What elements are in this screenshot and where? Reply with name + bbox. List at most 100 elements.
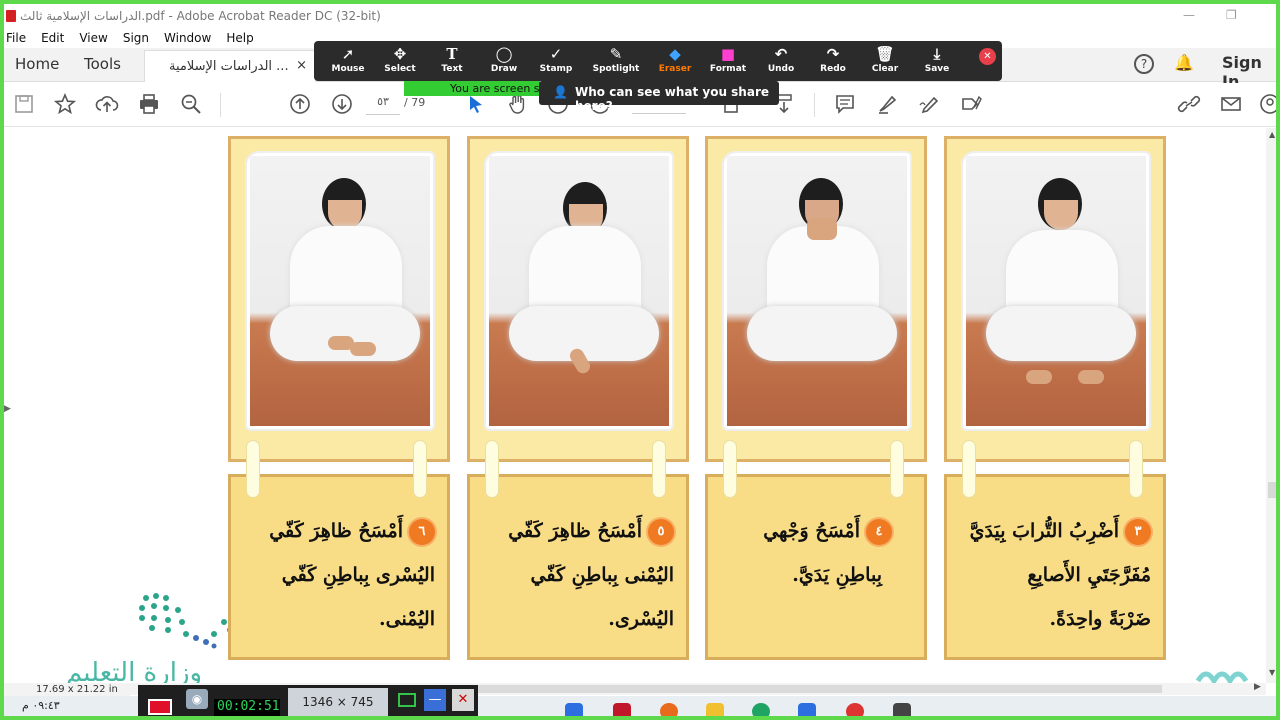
- restore-button[interactable]: ❐: [1226, 8, 1237, 22]
- title-bar: الدراسات الإسلامية ثالث.pdf - Adobe Acro…: [0, 4, 1280, 28]
- recording-timer: 00:02:51: [214, 699, 280, 717]
- page-size-status: 17.69 x 21.22 in: [4, 683, 130, 696]
- next-page-icon[interactable]: [330, 92, 354, 116]
- close-tab-icon[interactable]: ×: [296, 58, 307, 73]
- previous-page-icon[interactable]: [288, 92, 312, 116]
- card-ring: [413, 440, 427, 498]
- taskbar-app-icon[interactable]: [798, 703, 816, 720]
- fill-sign-icon[interactable]: [959, 92, 983, 116]
- annot-stamp-button[interactable]: ✓ Stamp: [528, 45, 584, 74]
- annot-text-button[interactable]: T Text: [424, 45, 480, 74]
- taskbar-app-icon[interactable]: [893, 703, 911, 720]
- annot-spotlight-button[interactable]: ✎ Spotlight: [588, 45, 644, 74]
- scroll-right-icon[interactable]: ▶: [1254, 682, 1261, 692]
- step-4-photo: [727, 156, 907, 426]
- card-ring: [890, 440, 904, 498]
- tab-tools[interactable]: Tools: [84, 55, 121, 73]
- email-icon[interactable]: [1219, 92, 1243, 116]
- annot-mouse-button[interactable]: ➚ Mouse: [320, 45, 376, 74]
- card-ring: [246, 440, 260, 498]
- print-icon[interactable]: [137, 92, 161, 116]
- vertical-scrollbar[interactable]: ▲ ▼: [1266, 128, 1280, 683]
- menu-window[interactable]: Window: [164, 31, 211, 45]
- taskbar-app-icon[interactable]: [565, 703, 583, 720]
- upload-cloud-icon[interactable]: [95, 92, 119, 116]
- bell-icon[interactable]: 🔔: [1174, 53, 1194, 72]
- menu-file[interactable]: File: [6, 31, 26, 45]
- eraser-icon: ◆: [669, 45, 681, 63]
- taskbar-app-icon[interactable]: [706, 703, 724, 720]
- taskbar-app-icon[interactable]: [613, 703, 631, 720]
- annot-redo-button[interactable]: ↷ Redo: [805, 45, 861, 74]
- close-annotation-icon[interactable]: ✕: [979, 48, 996, 65]
- step-number-badge: ٥: [648, 519, 674, 545]
- step-number-badge: ٦: [409, 519, 435, 545]
- tab-document-label: الدراسات الإسلامية ...: [169, 59, 289, 74]
- toolbar-divider: [220, 93, 221, 117]
- step-6-photo-card: [228, 136, 450, 462]
- eraser-label: Eraser: [658, 64, 692, 74]
- ministry-logo-text: وزارة التعليم: [66, 658, 203, 683]
- vertical-scroll-thumb[interactable]: [1268, 482, 1278, 498]
- capture-dimensions: 1346 × 745: [288, 688, 388, 716]
- card-ring: [485, 440, 499, 498]
- help-icon[interactable]: ?: [1134, 54, 1154, 74]
- step-5-text-card: ٥أَمْسَحُ ظاهِرَ كَفّي اليُمْنى بِباطِنِ…: [467, 474, 689, 660]
- stamp-check-icon: ✓: [549, 45, 563, 63]
- zoom-level-field[interactable]: [632, 113, 686, 114]
- decorative-pattern: [1195, 671, 1249, 683]
- step-5-photo: [489, 156, 669, 426]
- redo-icon: ↷: [826, 45, 840, 63]
- page-total: / 79: [404, 96, 426, 109]
- scroll-down-icon[interactable]: ▼: [1269, 668, 1275, 677]
- link-icon[interactable]: [1177, 92, 1201, 116]
- sign-pen-icon[interactable]: [917, 92, 941, 116]
- step-3-photo-card: [944, 136, 1166, 462]
- menu-help[interactable]: Help: [226, 31, 253, 45]
- annot-format-button[interactable]: ■ Format: [700, 45, 756, 74]
- step-number-badge: ٣: [1125, 519, 1151, 545]
- save-download-icon: ⤓: [933, 45, 941, 63]
- camera-icon[interactable]: ◉: [186, 689, 208, 709]
- step-6-photo: [250, 156, 430, 426]
- menu-sign[interactable]: Sign: [123, 31, 149, 45]
- zoom-search-icon[interactable]: [179, 92, 203, 116]
- spotlight-wand-icon: ✎: [609, 45, 623, 63]
- menu-edit[interactable]: Edit: [41, 31, 64, 45]
- step-4-text-card: ٤أَمْسَحُ وَجْهي بِباطِنِ يَدَيَّ.: [705, 474, 927, 660]
- annot-select-button[interactable]: ✥ Select: [372, 45, 428, 74]
- side-panel-expand-icon[interactable]: ▶: [4, 404, 11, 414]
- annot-draw-button[interactable]: ◯ Draw: [476, 45, 532, 74]
- highlight-pen-icon[interactable]: [875, 92, 899, 116]
- step-4-photo-card: [705, 136, 927, 462]
- toolbar-divider: [814, 93, 815, 117]
- annot-clear-button[interactable]: 🗑 Clear: [857, 45, 913, 74]
- save-icon[interactable]: [12, 92, 36, 116]
- annot-save-button[interactable]: ⤓ Save: [909, 45, 965, 74]
- window-title: الدراسات الإسلامية ثالث.pdf - Adobe Acro…: [20, 9, 381, 23]
- record-stop-button[interactable]: [148, 699, 172, 715]
- account-icon[interactable]: [1258, 92, 1280, 116]
- tab-document[interactable]: الدراسات الإسلامية ... ×: [144, 50, 316, 82]
- step-3-photo: [966, 156, 1146, 426]
- who-can-see-tooltip[interactable]: 👤 Who can see what you share here?: [539, 81, 779, 113]
- scroll-up-icon[interactable]: ▲: [1269, 130, 1275, 139]
- tab-home[interactable]: Home: [15, 55, 59, 73]
- annot-eraser-button[interactable]: ◆ Eraser: [647, 45, 703, 74]
- comment-icon[interactable]: [833, 92, 857, 116]
- card-ring: [652, 440, 666, 498]
- recorder-minimize-button[interactable]: —: [424, 689, 446, 711]
- taskbar-app-icon[interactable]: [660, 703, 678, 720]
- recorder-window-button[interactable]: [398, 693, 416, 707]
- taskbar-app-icon[interactable]: [846, 703, 864, 720]
- annot-undo-button[interactable]: ↶ Undo: [753, 45, 809, 74]
- page-number-input[interactable]: ٥٣: [366, 95, 400, 115]
- trash-icon: 🗑: [875, 45, 895, 63]
- minimize-button[interactable]: —: [1183, 8, 1195, 22]
- taskbar-app-icon[interactable]: [752, 703, 770, 720]
- text-tool-icon: T: [446, 45, 458, 63]
- bookmark-star-icon[interactable]: [53, 92, 77, 116]
- recorder-close-button[interactable]: ✕: [452, 689, 474, 711]
- step-6-text-card: ٦أَمْسَحُ ظاهِرَ كَفّي اليُسْرى بِباطِنِ…: [228, 474, 450, 660]
- menu-view[interactable]: View: [79, 31, 107, 45]
